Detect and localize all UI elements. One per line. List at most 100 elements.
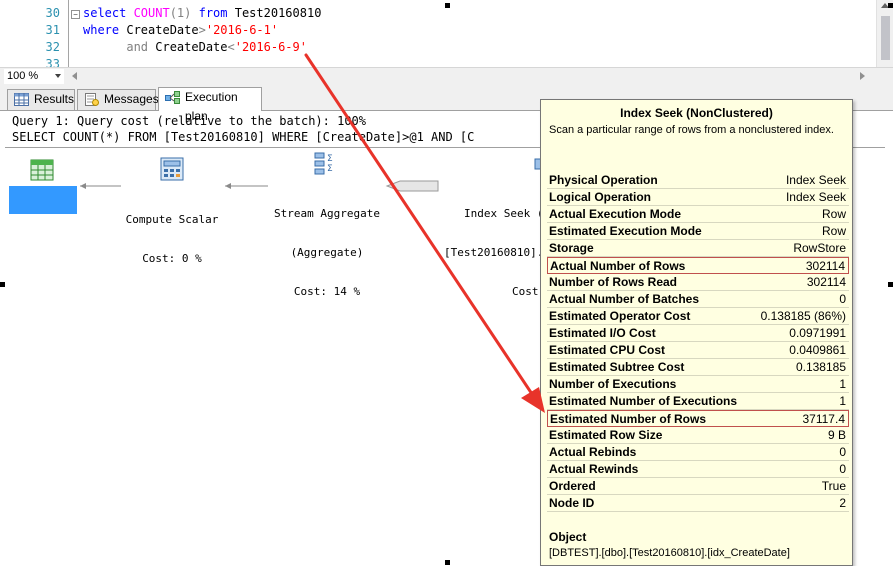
zoom-select[interactable]: 100 % — [4, 69, 64, 84]
tooltip-property-row: Actual Rebinds 0 — [547, 444, 849, 461]
tooltip-property-row: Estimated I/O Cost 0.0971991 — [547, 325, 849, 342]
code-token: > — [198, 23, 206, 37]
property-value: 1 — [839, 394, 846, 408]
connector-thick-arrow — [385, 180, 439, 192]
property-value: 0 — [839, 292, 846, 306]
editor-vertical-scrollbar[interactable] — [876, 0, 893, 67]
stream-aggregate-node[interactable]: Stream Aggregate (Aggregate) Cost: 14 % — [268, 181, 386, 324]
property-value: 2 — [839, 496, 846, 510]
code-token: COUNT — [133, 6, 170, 20]
selection-handle[interactable] — [445, 560, 450, 565]
code-token: where — [83, 23, 127, 37]
selection-handle[interactable] — [445, 3, 450, 8]
stream-aggregate-icon[interactable]: Σ Σ — [314, 151, 338, 179]
compute-scalar-node[interactable]: Compute Scalar Cost: 0 % — [120, 187, 224, 291]
stream-aggregate-cost: Cost: 14 % — [293, 285, 361, 298]
code-line[interactable]: 32 and CreateDate<'2016-6-9' — [0, 39, 868, 56]
line-number: 30 — [45, 6, 60, 20]
property-label: Storage — [549, 241, 594, 255]
code-token: CreateDate — [155, 40, 228, 54]
code-text: where CreateDate>'2016-6-1' — [83, 22, 278, 39]
code-token: '2016-6-9' — [234, 40, 307, 54]
index-seek-name: Index Seek ( — [464, 207, 544, 220]
line-number: 31 — [45, 23, 60, 37]
selection-handle[interactable] — [888, 3, 893, 8]
tooltip-property-row: Estimated Subtree Cost 0.138185 — [547, 359, 849, 376]
code-token: '2016-6-1' — [205, 23, 279, 37]
tooltip-property-row: Estimated Execution Mode Row — [547, 223, 849, 240]
index-seek-sub: [Test20160810]. — [444, 246, 544, 259]
scroll-right-icon[interactable] — [860, 72, 865, 80]
property-value: Row — [821, 207, 846, 221]
select-node[interactable]: SELECT Cost: 0 % — [9, 186, 77, 265]
tooltip-property-row: Estimated CPU Cost 0.0409861 — [547, 342, 849, 359]
tooltip-property-row: Storage RowStore — [547, 240, 849, 257]
property-value: Index Seek — [785, 173, 846, 187]
line-number: 32 — [45, 40, 60, 54]
selection-handle[interactable] — [0, 282, 5, 287]
property-value: 0 — [839, 462, 846, 476]
tooltip-property-row: Actual Number of Batches 0 — [547, 291, 849, 308]
selection-handle[interactable] — [888, 282, 893, 287]
code-text: and CreateDate<'2016-6-9' — [83, 39, 307, 56]
connector-arrowhead — [225, 183, 231, 189]
line-number: 33 — [45, 57, 60, 67]
property-label: Estimated Number of Executions — [549, 394, 738, 408]
operator-tooltip: Index Seek (NonClustered) Scan a particu… — [540, 99, 853, 566]
property-value: 302114 — [806, 275, 846, 289]
tooltip-property-row: Actual Number of Rows 302114 — [547, 257, 849, 274]
property-label: Ordered — [549, 479, 596, 493]
tooltip-title: Index Seek (NonClustered) — [620, 106, 773, 120]
index-seek-node[interactable]: Index Seek ( [Test20160810]. Cost — [440, 181, 544, 324]
property-value: 1 — [839, 377, 846, 391]
collapse-icon[interactable]: − — [71, 10, 80, 19]
code-line[interactable]: 31 where CreateDate>'2016-6-1' — [0, 22, 868, 39]
property-label: Actual Number of Batches — [549, 292, 700, 306]
tooltip-property-row: Number of Executions 1 — [547, 376, 849, 393]
code-token: (1) — [169, 6, 199, 20]
tooltip-object-label: Object — [549, 530, 587, 544]
property-label: Actual Execution Mode — [549, 207, 682, 221]
code-token: and — [83, 40, 156, 54]
select-node-icon[interactable] — [30, 158, 54, 182]
index-seek-cost: Cost — [512, 285, 539, 298]
tab-execution-plan[interactable]: Execution plan — [158, 87, 262, 123]
property-value: 0.0409861 — [789, 343, 846, 357]
tooltip-property-row: Estimated Row Size 9 B — [547, 427, 849, 444]
code-token: Test20160810 — [234, 6, 322, 20]
property-label: Actual Rewinds — [549, 462, 639, 476]
tooltip-property-row: Actual Rewinds 0 — [547, 461, 849, 478]
select-node-name: SELECT — [23, 213, 63, 226]
compute-scalar-icon[interactable] — [159, 156, 185, 182]
code-token: < — [227, 40, 235, 54]
tooltip-property-row: Logical Operation Index Seek — [547, 189, 849, 206]
chevron-down-icon[interactable] — [55, 74, 61, 78]
stream-aggregate-name: Stream Aggregate — [274, 207, 380, 220]
code-line[interactable]: 33 — [0, 56, 868, 67]
sql-editor[interactable]: 30 select COUNT(1) from Test20160810 31 whe… — [0, 0, 893, 67]
tooltip-property-row: Actual Execution Mode Row — [547, 206, 849, 223]
property-value: 302114 — [805, 259, 845, 273]
stream-aggregate-sub: (Aggregate) — [290, 246, 364, 259]
tab-messages[interactable]: Messages — [77, 89, 159, 110]
compute-scalar-cost: Cost: 0 % — [142, 252, 202, 265]
select-node-cost: Cost: 0 % — [13, 252, 73, 265]
zoom-bar: 100 % — [0, 67, 893, 84]
zoom-value: 100 % — [7, 70, 39, 82]
property-value: RowStore — [793, 241, 846, 255]
outline-margin — [68, 0, 69, 67]
code-text: select COUNT(1) from Test20160810 — [83, 5, 321, 22]
scroll-left-icon[interactable] — [72, 72, 77, 80]
tooltip-description: Scan a particular range of rows from a n… — [549, 124, 834, 136]
scrollbar-thumb[interactable] — [881, 16, 890, 60]
property-value: Row — [821, 224, 846, 238]
svg-text:Σ: Σ — [327, 164, 333, 174]
tooltip-property-row: Node ID 2 — [547, 495, 849, 512]
tooltip-property-row: Ordered True — [547, 478, 849, 495]
tooltip-property-row: Estimated Number of Executions 1 — [547, 393, 849, 410]
property-label: Actual Number of Rows — [550, 259, 686, 273]
property-value: 9 B — [827, 428, 846, 442]
tab-results[interactable]: Results — [7, 89, 75, 110]
property-label: Estimated Number of Rows — [550, 412, 707, 426]
code-line[interactable]: 30 select COUNT(1) from Test20160810 — [0, 5, 868, 22]
